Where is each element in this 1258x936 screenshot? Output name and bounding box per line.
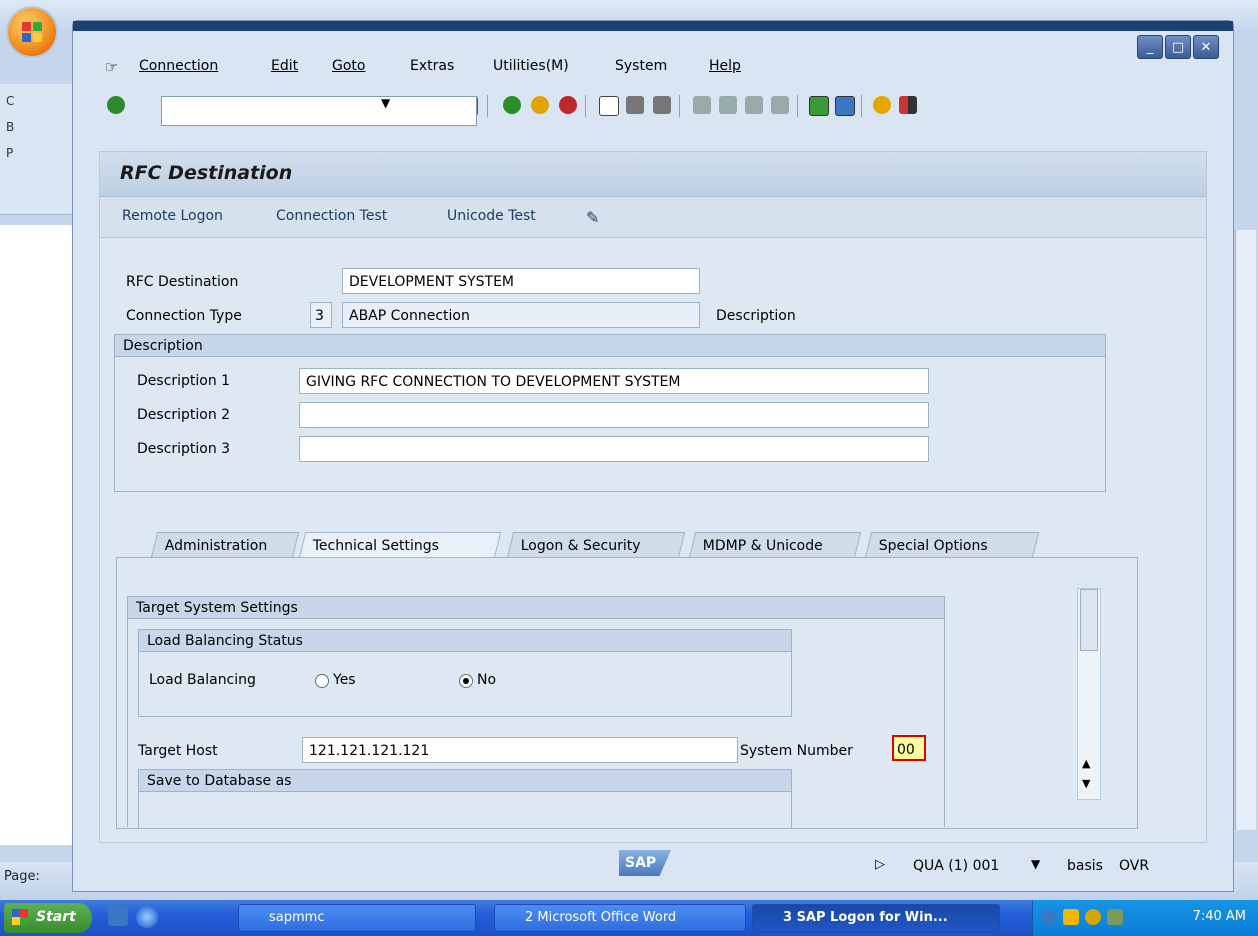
- clock: 7:40 AM: [1192, 909, 1246, 924]
- quicklaunch-ie-icon[interactable]: [136, 906, 158, 928]
- office-button-icon[interactable]: [8, 8, 56, 56]
- ribbon-item[interactable]: C: [6, 94, 14, 108]
- menu-utilities[interactable]: Utilities(M): [493, 58, 569, 74]
- back-icon[interactable]: [503, 96, 521, 114]
- load-balancing-yes-radio[interactable]: [315, 674, 329, 688]
- print-icon[interactable]: [599, 96, 619, 116]
- help-icon[interactable]: [873, 96, 891, 114]
- tab-special-options[interactable]: Special Options: [864, 532, 1040, 558]
- description-2-field[interactable]: [299, 402, 929, 428]
- rfc-destination-label: RFC Destination: [126, 274, 239, 290]
- description-1-field[interactable]: GIVING RFC CONNECTION TO DEVELOPMENT SYS…: [299, 368, 929, 394]
- load-balancing-group: Load Balancing Status Load Balancing Yes…: [138, 629, 792, 717]
- system-number-label: System Number: [740, 743, 853, 759]
- description-3-label: Description 3: [137, 441, 231, 457]
- next-page-icon[interactable]: [745, 96, 763, 114]
- task-word[interactable]: 2 Microsoft Office Word: [494, 904, 746, 932]
- create-shortcut-icon[interactable]: [835, 96, 855, 116]
- scroll-thumb[interactable]: [1080, 589, 1098, 651]
- status-system[interactable]: QUA (1) 001: [913, 858, 999, 874]
- cancel-icon[interactable]: [559, 96, 577, 114]
- menu-bar: ☞ Connection Edit Goto Extras Utilities(…: [73, 51, 1233, 83]
- find-icon[interactable]: [626, 96, 644, 114]
- menu-connection[interactable]: Connection: [139, 58, 218, 74]
- target-host-field[interactable]: 121.121.121.121: [302, 737, 738, 763]
- connection-type-code[interactable]: 3: [310, 302, 332, 328]
- menu-extras[interactable]: Extras: [410, 58, 454, 74]
- status-user: basis: [1067, 858, 1103, 874]
- menu-edit[interactable]: Edit: [271, 58, 298, 74]
- sap-logo: SAP: [619, 850, 671, 876]
- load-balancing-no-radio[interactable]: [459, 674, 473, 688]
- command-field[interactable]: [161, 96, 477, 126]
- first-page-icon[interactable]: [693, 96, 711, 114]
- load-balancing-label: Load Balancing: [149, 672, 256, 688]
- save-database-title: Save to Database as: [139, 770, 791, 792]
- description-2-label: Description 2: [137, 407, 231, 423]
- scroll-down-icon[interactable]: ▼: [1082, 777, 1090, 790]
- task-sap-logon[interactable]: 3 SAP Logon for Win...: [752, 904, 1000, 932]
- windows-logo-icon: [12, 909, 28, 925]
- tab-mdmp-unicode[interactable]: MDMP & Unicode: [688, 532, 862, 558]
- create-session-icon[interactable]: [809, 96, 829, 116]
- tab-panel: Target System Settings Load Balancing St…: [116, 557, 1138, 829]
- connection-type-label: Connection Type: [126, 308, 242, 324]
- main-content: RFC Destination Remote Logon Connection …: [99, 151, 1207, 843]
- edit-pencil-icon[interactable]: ✎: [586, 208, 599, 227]
- status-expand-icon[interactable]: ▷: [875, 857, 885, 872]
- load-balancing-yes-label[interactable]: Yes: [333, 672, 356, 688]
- description-1-label: Description 1: [137, 373, 231, 389]
- vertical-scrollbar[interactable]: ▲ ▼: [1077, 588, 1101, 800]
- page-title: RFC Destination: [120, 162, 293, 184]
- network-tray-icon[interactable]: [1107, 909, 1123, 925]
- description-3-field[interactable]: [299, 436, 929, 462]
- application-toolbar: Remote Logon Connection Test Unicode Tes…: [100, 197, 1206, 238]
- security-tray-icon[interactable]: [1085, 909, 1101, 925]
- rfc-destination-field[interactable]: DEVELOPMENT SYSTEM: [342, 268, 700, 294]
- target-system-title: Target System Settings: [128, 597, 944, 619]
- exit-icon[interactable]: [531, 96, 549, 114]
- connection-test-button[interactable]: Connection Test: [276, 208, 387, 224]
- ribbon-item[interactable]: B: [6, 120, 14, 134]
- enter-check-icon[interactable]: [107, 96, 125, 114]
- quicklaunch-desktop-icon[interactable]: [108, 906, 128, 926]
- find-next-icon[interactable]: [653, 96, 671, 114]
- remote-logon-button[interactable]: Remote Logon: [122, 208, 223, 224]
- target-system-group: Target System Settings Load Balancing St…: [127, 596, 945, 828]
- description-group-title: Description: [115, 335, 1105, 357]
- status-mode[interactable]: OVR: [1119, 858, 1149, 874]
- sap-tray-icon[interactable]: [1063, 909, 1079, 925]
- sap-window: _ □ ✕ ☞ Connection Edit Goto Extras Util…: [72, 20, 1234, 892]
- save-database-group: Save to Database as: [138, 769, 792, 828]
- scroll-up-icon[interactable]: ▲: [1082, 757, 1090, 770]
- menu-system[interactable]: System: [615, 58, 667, 74]
- word-page-indicator: Page:: [4, 869, 40, 884]
- tab-administration[interactable]: Administration: [150, 532, 300, 558]
- tab-logon-security[interactable]: Logon & Security: [506, 532, 686, 558]
- status-dropdown-icon[interactable]: ▼: [1031, 857, 1040, 871]
- unicode-test-button[interactable]: Unicode Test: [447, 208, 536, 224]
- last-page-icon[interactable]: [771, 96, 789, 114]
- target-host-label: Target Host: [138, 743, 218, 759]
- page-header: RFC Destination: [100, 152, 1206, 197]
- word-vertical-scrollbar[interactable]: [1235, 230, 1256, 830]
- previous-page-icon[interactable]: [719, 96, 737, 114]
- command-dropdown-icon[interactable]: ▼: [381, 96, 390, 110]
- start-button[interactable]: Start: [4, 903, 92, 933]
- layout-menu-icon[interactable]: [899, 96, 917, 114]
- description-group: Description Description 1 GIVING RFC CON…: [114, 334, 1106, 492]
- menu-goto[interactable]: Goto: [332, 58, 365, 74]
- task-sapmmc[interactable]: sapmmc: [238, 904, 476, 932]
- connection-type-text: ABAP Connection: [342, 302, 700, 328]
- help-tray-icon[interactable]: [1041, 909, 1057, 925]
- system-number-field[interactable]: 00: [892, 735, 926, 761]
- load-balancing-no-label[interactable]: No: [477, 672, 496, 688]
- tab-technical-settings[interactable]: Technical Settings: [298, 532, 502, 558]
- menu-help[interactable]: Help: [709, 58, 741, 74]
- sap-title-bar: [73, 21, 1233, 31]
- load-balancing-title: Load Balancing Status: [139, 630, 791, 652]
- description-link[interactable]: Description: [716, 308, 796, 324]
- menu-system-icon[interactable]: ☞: [105, 58, 118, 76]
- ribbon-item[interactable]: P: [6, 146, 13, 160]
